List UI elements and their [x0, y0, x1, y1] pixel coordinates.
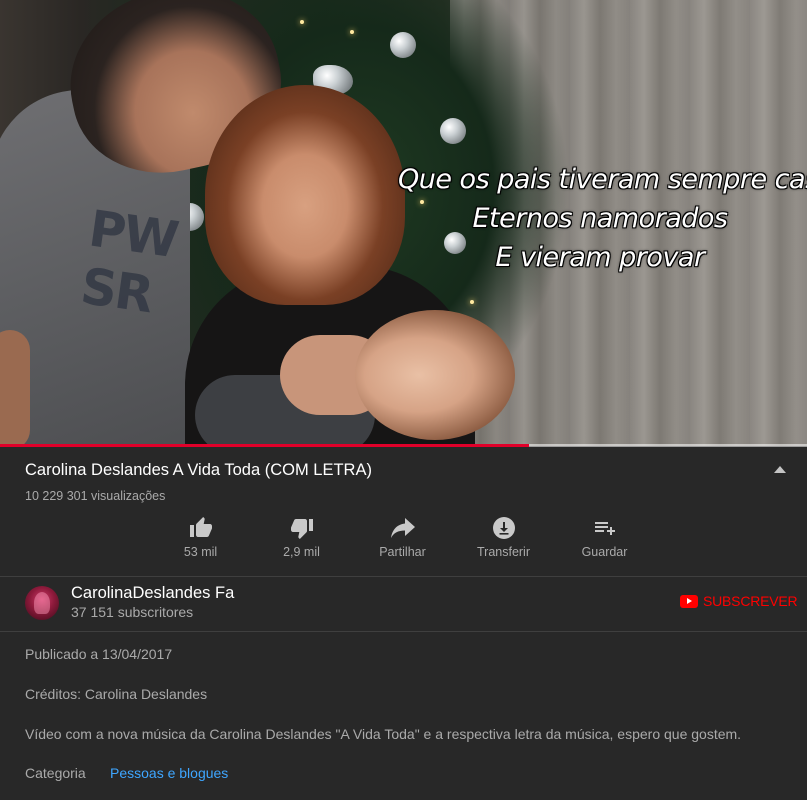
download-icon — [492, 514, 516, 542]
action-bar: 53 mil 2,9 mil Partilhar Transferir Guar… — [150, 514, 655, 568]
youtube-logo-icon — [680, 594, 698, 608]
video-player[interactable]: PWSR Que os pais tiveram sempre casados … — [0, 0, 807, 446]
divider — [0, 576, 807, 577]
tree-light — [350, 30, 354, 34]
woman-head — [205, 85, 405, 305]
download-label: Transferir — [476, 545, 530, 559]
like-button[interactable]: 53 mil — [150, 514, 251, 568]
save-label: Guardar — [581, 545, 628, 559]
lyrics-line: Que os pais tiveram sempre casados — [398, 164, 807, 195]
progress-bar[interactable] — [0, 444, 807, 447]
chevron-up-icon[interactable] — [774, 466, 786, 473]
dislike-count: 2,9 mil — [283, 545, 320, 559]
subscriber-count: 37 151 subscritores — [71, 604, 194, 620]
description-text: Vídeo com a nova música da Carolina Desl… — [25, 726, 742, 742]
tree-light — [470, 300, 474, 304]
credits-text: Créditos: Carolina Deslandes — [25, 686, 208, 702]
video-title: Carolina Deslandes A Vida Toda (COM LETR… — [25, 461, 372, 479]
man-arm — [0, 330, 30, 446]
baby-head — [355, 310, 515, 440]
lyrics-line: Eternos namorados — [472, 203, 729, 234]
tree-light — [300, 20, 304, 24]
share-button[interactable]: Partilhar — [352, 514, 453, 568]
playlist-add-icon — [593, 514, 617, 542]
view-count: 10 229 301 visualizações — [25, 489, 166, 503]
shirt-print: PW SR — [77, 199, 181, 325]
avatar[interactable] — [25, 586, 59, 620]
lyrics-overlay: Que os pais tiveram sempre casados Etern… — [398, 160, 807, 277]
progress-bar-fill — [0, 444, 529, 447]
divider — [0, 631, 807, 632]
category-label: Categoria — [25, 765, 86, 781]
share-label: Partilhar — [379, 545, 426, 559]
like-count: 53 mil — [183, 545, 218, 559]
ornament — [440, 118, 466, 144]
lyrics-line: E vieram provar — [495, 242, 705, 273]
ornament — [390, 32, 416, 58]
save-button[interactable]: Guardar — [554, 514, 655, 568]
thumbs-down-icon — [290, 514, 314, 542]
share-icon — [390, 514, 416, 542]
download-button[interactable]: Transferir — [453, 514, 554, 568]
subscribe-button[interactable]: SUBSCREVER — [680, 593, 798, 609]
subscribe-label: SUBSCREVER — [703, 593, 798, 609]
thumbs-up-icon — [189, 514, 213, 542]
category-link[interactable]: Pessoas e blogues — [110, 765, 228, 781]
dislike-button[interactable]: 2,9 mil — [251, 514, 352, 568]
channel-name[interactable]: CarolinaDeslandes Fa — [71, 584, 234, 603]
publish-date: Publicado a 13/04/2017 — [25, 646, 173, 662]
